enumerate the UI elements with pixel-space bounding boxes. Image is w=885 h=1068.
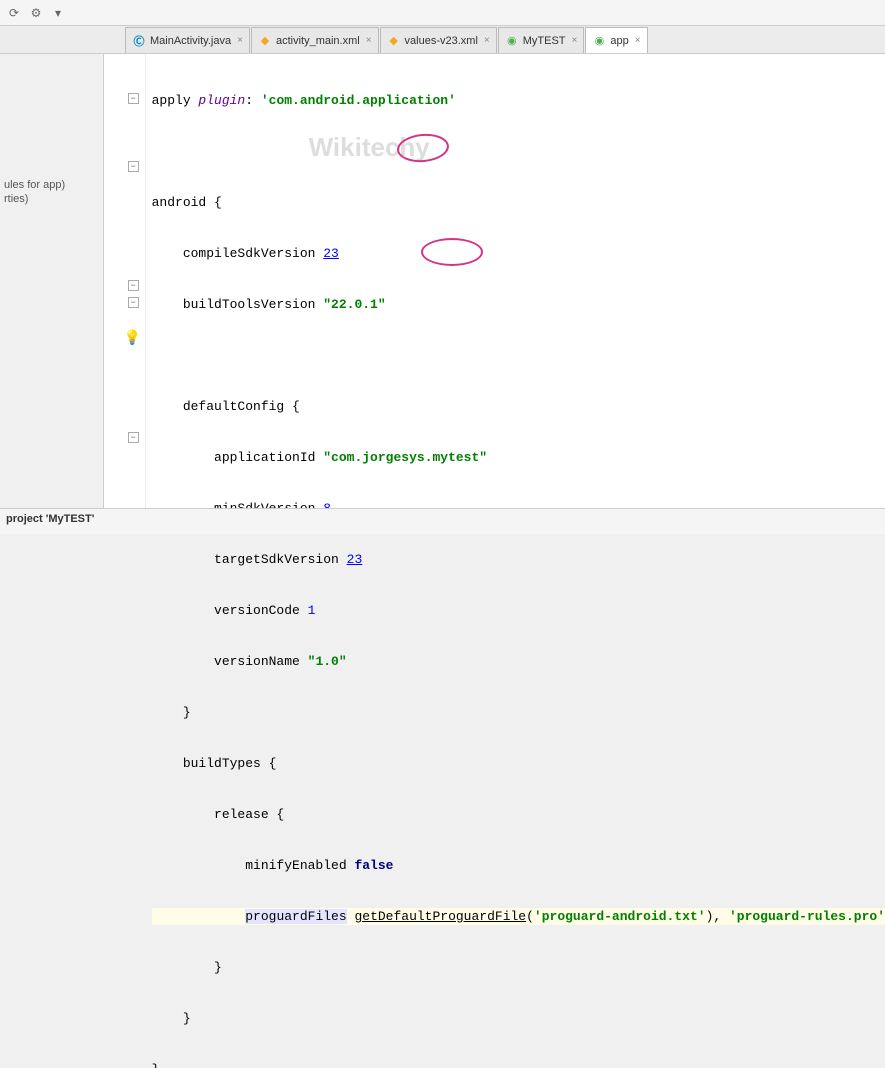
code-line: buildToolsVersion "22.0.1" [152, 296, 885, 313]
code-line: minifyEnabled false [152, 857, 885, 874]
tab-label: MainActivity.java [150, 35, 231, 47]
fold-icon[interactable]: − [128, 93, 139, 104]
code-line [152, 347, 885, 364]
editor: Wikitechy − − − − 💡 − apply plugin: 'com… [104, 54, 885, 508]
code-line: apply plugin: 'com.android.application' [152, 92, 885, 109]
close-icon[interactable]: × [572, 35, 578, 46]
settings-icon[interactable]: ⚙ [26, 3, 46, 23]
fold-icon[interactable]: − [128, 161, 139, 172]
toolbar: ⟳ ⚙ ▾ [0, 0, 885, 26]
code-line: applicationId "com.jorgesys.mytest" [152, 449, 885, 466]
close-icon[interactable]: × [237, 35, 243, 46]
code-line: targetSdkVersion 23 [152, 551, 885, 568]
bottom-panel-title: project 'MyTEST' [6, 513, 94, 525]
code-line: compileSdkVersion 23 [152, 245, 885, 262]
sidebar-item[interactable]: ules for app) [4, 178, 99, 192]
code-line: versionName "1.0" [152, 653, 885, 670]
code-area[interactable]: apply plugin: 'com.android.application' … [146, 54, 885, 508]
code-line: android { [152, 194, 885, 211]
code-line: } [152, 1010, 885, 1027]
code-line: } [152, 704, 885, 721]
editor-tabs: Ⓒ MainActivity.java × ◆ activity_main.xm… [0, 26, 885, 54]
dropdown-icon[interactable]: ▾ [48, 3, 68, 23]
sidebar-item[interactable]: rties) [4, 192, 99, 206]
bottom-panel[interactable]: project 'MyTEST' [0, 508, 885, 534]
fold-icon[interactable]: − [128, 280, 139, 291]
close-icon[interactable]: × [484, 35, 490, 46]
project-sidebar[interactable]: ules for app) rties) [0, 54, 104, 508]
close-icon[interactable]: × [635, 35, 641, 46]
tab-label: activity_main.xml [276, 35, 360, 47]
xml-icon: ◆ [387, 34, 401, 48]
xml-icon: ◆ [258, 34, 272, 48]
tab-values-v23[interactable]: ◆ values-v23.xml × [380, 27, 497, 53]
code-line: } [152, 1061, 885, 1068]
code-line [152, 143, 885, 160]
tab-label: app [610, 35, 628, 47]
code-line: } [152, 959, 885, 976]
code-line-current: proguardFiles getDefaultProguardFile('pr… [152, 908, 885, 925]
tab-label: values-v23.xml [405, 35, 478, 47]
code-line: versionCode 1 [152, 602, 885, 619]
java-class-icon: Ⓒ [132, 34, 146, 48]
gradle-icon: ◉ [592, 34, 606, 48]
fold-icon[interactable]: − [128, 297, 139, 308]
sync-icon[interactable]: ⟳ [4, 3, 24, 23]
tab-label: MyTEST [523, 35, 566, 47]
tab-mainactivity[interactable]: Ⓒ MainActivity.java × [125, 27, 250, 53]
close-icon[interactable]: × [366, 35, 372, 46]
gutter[interactable]: − − − − 💡 − [104, 54, 146, 508]
bulb-icon[interactable]: 💡 [124, 329, 141, 346]
code-line: buildTypes { [152, 755, 885, 772]
code-line: release { [152, 806, 885, 823]
tab-activity-main[interactable]: ◆ activity_main.xml × [251, 27, 379, 53]
main-area: ules for app) rties) Wikitechy − − − − 💡… [0, 54, 885, 508]
fold-icon[interactable]: − [128, 432, 139, 443]
code-line: defaultConfig { [152, 398, 885, 415]
tab-mytest[interactable]: ◉ MyTEST × [498, 27, 585, 53]
tab-app[interactable]: ◉ app × [585, 27, 647, 53]
gradle-icon: ◉ [505, 34, 519, 48]
